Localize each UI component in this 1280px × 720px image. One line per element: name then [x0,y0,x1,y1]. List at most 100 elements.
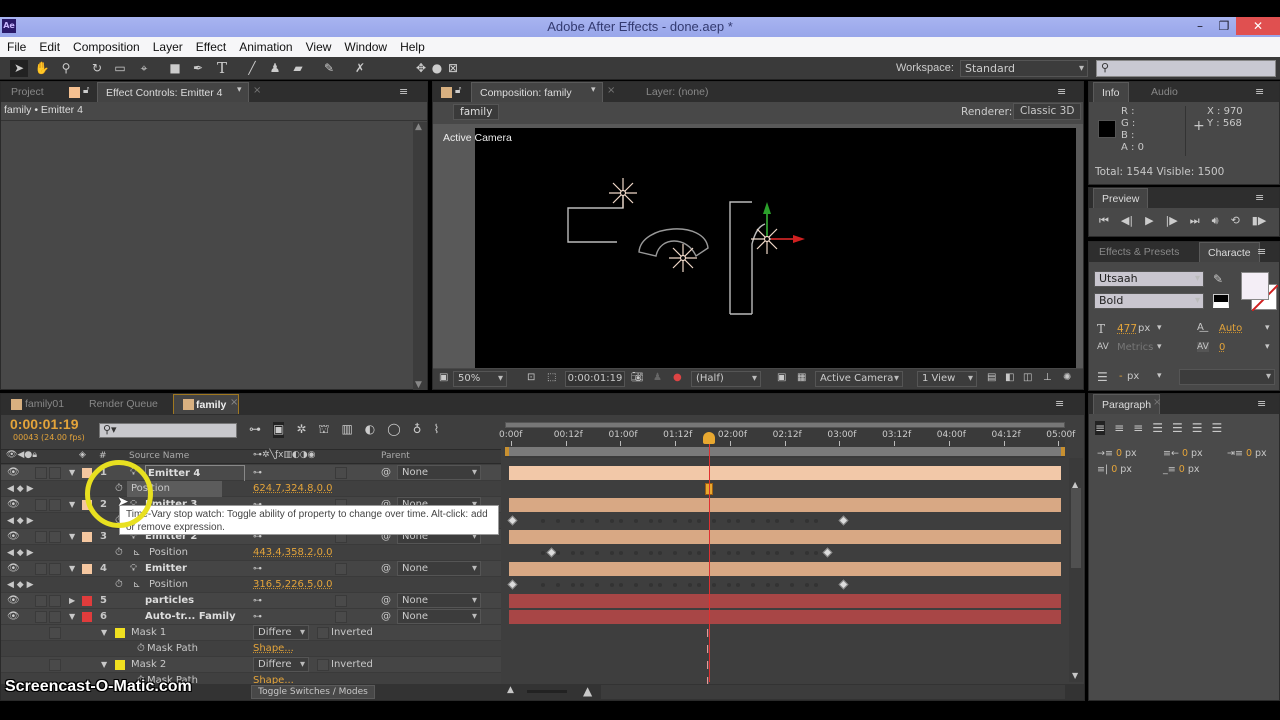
tab-preview[interactable]: Preview [1093,188,1149,208]
motion-blur-icon[interactable]: ▥ [341,422,352,438]
frame-blending-icon[interactable]: ⛫ [318,422,329,438]
shy-switch-icon[interactable]: ⊶ [253,609,262,625]
lock-toggle[interactable] [49,659,61,671]
mask-mode-select[interactable]: Differe [253,625,309,640]
3d-layer-toggle[interactable] [335,467,347,479]
close-tab-icon[interactable]: × [230,397,238,408]
roi-icon[interactable]: ⊡ [527,372,535,383]
tab-layer[interactable]: Layer: (none) [638,82,716,102]
selection-tool-icon[interactable]: ➤ [10,60,28,77]
font-size-value[interactable]: 477 [1117,323,1137,335]
fast-preview-icon[interactable]: ◧ [1005,372,1014,383]
align-left-icon[interactable]: ≡ [1095,421,1106,435]
camera-view-select[interactable]: Active Camera [815,371,903,387]
keyframe-navigator[interactable]: ◀ ◆ ▶ [7,513,34,529]
mask-name[interactable]: Mask 2 [131,657,166,673]
pick-whip-icon[interactable]: @ [381,465,391,481]
menu-file[interactable]: File [0,40,32,54]
layer-name[interactable]: Emitter [145,561,187,577]
kerning-value[interactable]: Metrics [1117,342,1153,353]
source-name-header[interactable]: Source Name [129,451,189,461]
parent-select[interactable]: None [397,561,481,576]
comp-viewer[interactable]: Active Camera [433,124,1083,368]
lock-toggle[interactable] [49,627,61,639]
current-time-indicator[interactable] [703,432,715,444]
comp-canvas[interactable] [475,128,1076,368]
current-time-display[interactable]: 0:00:01:19 [565,371,625,387]
font-family-select[interactable]: Utsaah [1094,271,1204,287]
auto-keyframe-icon[interactable]: ◯ [387,422,400,438]
property-value[interactable]: Shape... [253,641,294,657]
help-search-input[interactable]: ⚲ [1096,60,1276,77]
rotate-tool-icon[interactable]: ↻ [88,60,106,77]
lock-toggle[interactable] [49,467,61,479]
hide-shy-icon[interactable]: ✲ [296,422,306,438]
chevron-down-icon[interactable]: ▾ [1157,323,1162,333]
layer-row[interactable]: 👁︎ ▼ 1 💡︎ Emitter 4 ⊶ @ None [1,465,501,483]
magnification-select[interactable]: 50% [453,371,507,387]
camera-tool-icon[interactable]: ▭ [111,60,129,77]
pick-whip-icon[interactable]: @ [381,609,391,625]
shy-switch-icon[interactable]: ⊶ [253,465,262,481]
panel-menu-icon[interactable]: ≡ [1257,397,1266,410]
property-value[interactable]: 316.5,226.5,0.0 [253,577,333,593]
playhead-line[interactable] [709,434,710,682]
tracking-value[interactable]: 0 [1219,342,1225,353]
comp-mini-flowchart-icon[interactable]: ⊶ [249,422,261,438]
keyframe-navigator[interactable]: ◀ ◆ ▶ [7,545,34,561]
panel-menu-icon[interactable]: ≡ [1255,85,1264,98]
eyedropper-icon[interactable]: ✎ [1213,272,1223,286]
zoom-tool-icon[interactable]: ⚲ [57,60,75,77]
solo-toggle[interactable] [35,595,47,607]
tab-character[interactable]: Characte [1199,242,1260,262]
menu-window[interactable]: Window [337,40,393,54]
view-layout-select[interactable]: 1 View [917,371,977,387]
ram-preview-icon[interactable]: ▮▶ [1252,214,1267,228]
menu-layer[interactable]: Layer [146,40,189,54]
audio-icon[interactable]: 🔊︎ [1212,214,1219,228]
solo-toggle[interactable] [35,467,47,479]
lock-toggle[interactable] [49,563,61,575]
keyframe-navigator[interactable]: ◀ ◆ ▶ [7,481,34,497]
clone-stamp-tool-icon[interactable]: ♟ [266,60,284,77]
property-value[interactable]: 443.4,358.2,0.0 [253,545,333,561]
align-right-icon[interactable]: ≡ [1133,421,1143,435]
toggle-switches-modes-button[interactable]: Toggle Switches / Modes [251,685,375,699]
shy-switch-icon[interactable]: ⊶ [253,561,262,577]
pixel-aspect-icon[interactable]: ▤ [987,372,996,383]
graph-icon[interactable]: ⊾ [133,577,141,593]
tab-family01[interactable]: family01 [17,394,72,414]
parent-select[interactable]: None [397,593,481,608]
lock-icon[interactable]: 🔓︎ [83,85,89,96]
panel-menu-icon[interactable]: ≡ [1255,191,1264,204]
chevron-down-icon[interactable]: ▾ [591,85,596,95]
lock-toggle[interactable] [49,499,61,511]
parent-select[interactable]: None [397,609,481,624]
lock-icon[interactable]: 🔓︎ [455,85,461,96]
lock-toggle[interactable] [49,595,61,607]
property-row[interactable]: ◀ ◆ ▶ ⏱︎ ⊾ Position 316.5,226.5,0.0 [1,577,501,593]
3d-layer-toggle[interactable] [335,595,347,607]
transparency-grid-icon[interactable]: ⬚ [547,372,556,383]
resolution-select[interactable]: (Half) [691,371,761,387]
flowchart-icon[interactable]: ⊥ [1043,372,1052,383]
layer-name[interactable]: particles [145,593,194,609]
eye-icon[interactable]: 👁︎ [7,563,20,574]
stopwatch-icon[interactable]: ⏱︎ [137,641,145,657]
inverted-checkbox[interactable] [317,659,329,671]
hand-tool-icon[interactable]: ✋ [33,60,51,77]
layer-row[interactable]: 👁︎ ▼ 4 💡︎ Emitter ⊶ @ None [1,561,501,577]
eye-icon[interactable]: 👁︎ [7,531,20,542]
font-style-select[interactable]: Bold [1094,293,1204,309]
mask-mode-select[interactable]: Differe [253,657,309,672]
panel-menu-icon[interactable]: ≡ [399,85,408,98]
layer-search-input[interactable]: ⚲▾ [99,423,237,438]
panel-menu-icon[interactable]: ≡ [1257,245,1266,258]
menu-composition[interactable]: Composition [66,40,146,54]
graph-editor-icon[interactable]: ⌇ [434,422,440,438]
view-axis-icon[interactable]: ⊠ [444,60,462,77]
first-frame-icon[interactable]: ⏮ [1099,214,1109,228]
twirl-icon[interactable]: ▼ [69,465,75,481]
justify-right-icon[interactable]: ☰ [1192,421,1203,435]
twirl-icon[interactable]: ▶ [69,593,75,609]
